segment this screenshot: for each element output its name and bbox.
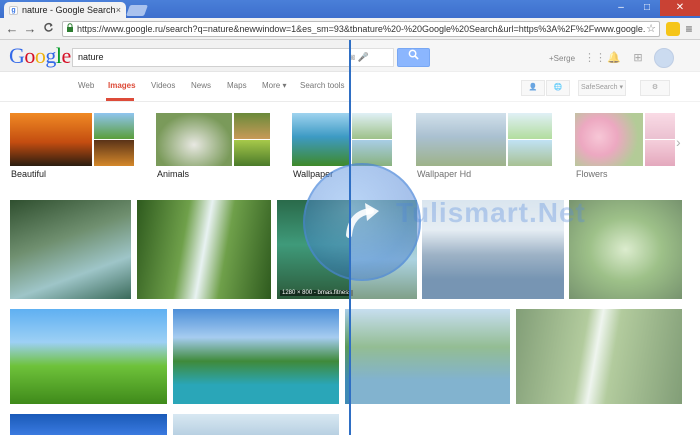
image-caption: 1280 × 800 - bmas.fitness <box>280 290 354 296</box>
browser-toolbar: ← → https://www.google.ru/search?q=natur… <box>0 18 700 40</box>
refresh-globe-icon <box>303 163 421 281</box>
new-tab-button[interactable] <box>125 5 149 16</box>
related-thumb <box>94 113 134 139</box>
image-result-waterfall-couple[interactable] <box>10 200 131 299</box>
maximize-button[interactable]: □ <box>634 0 660 16</box>
related-thumb <box>156 113 232 166</box>
search-input[interactable]: nature ◙ 🎤 <box>72 48 394 67</box>
related-thumb <box>234 140 270 166</box>
bookmark-star-icon[interactable]: ☆ <box>646 22 656 35</box>
tab-images[interactable]: Images <box>108 81 136 90</box>
google-favicon-icon: g <box>9 5 18 15</box>
tab-more[interactable]: More ▾ <box>262 81 286 90</box>
browser-window: g nature - Google Search × – □ ✕ ← → htt… <box>0 0 700 435</box>
related-thumb <box>10 113 92 166</box>
related-label: Beautiful <box>11 169 47 179</box>
window-controls: – □ ✕ <box>608 0 700 16</box>
tab-web[interactable]: Web <box>78 81 94 90</box>
tab-maps[interactable]: Maps <box>227 81 247 90</box>
curved-arrow-icon <box>346 203 379 238</box>
tab-news[interactable]: News <box>191 81 211 90</box>
google-logo[interactable]: Google <box>9 43 71 69</box>
active-tab-indicator <box>106 98 134 101</box>
address-bar[interactable]: https://www.google.ru/search?q=nature&ne… <box>62 20 660 37</box>
image-result-clouds[interactable] <box>173 414 339 435</box>
image-result-green-cottage[interactable] <box>10 309 167 404</box>
related-label: Animals <box>157 169 190 179</box>
back-button[interactable]: ← <box>4 21 20 37</box>
search-tools-button[interactable]: Search tools <box>300 81 344 90</box>
image-result-jungle-waterfall[interactable] <box>137 200 271 299</box>
tab-videos[interactable]: Videos <box>151 81 175 90</box>
split-divider <box>349 40 351 435</box>
url-text: https://www.google.ru/search?q=nature&ne… <box>77 23 647 34</box>
tab-title: nature - Google Search <box>22 5 116 15</box>
lock-icon <box>66 23 74 34</box>
extension-icon[interactable] <box>666 21 680 36</box>
image-result-blue-sky[interactable] <box>10 414 167 435</box>
reload-button[interactable] <box>40 21 56 37</box>
watermark: Tulismart.Net <box>396 197 586 228</box>
related-thumb <box>234 113 270 139</box>
tab-close-icon[interactable]: × <box>116 5 121 15</box>
close-window-button[interactable]: ✕ <box>660 0 700 16</box>
tab-google-search[interactable]: g nature - Google Search × <box>4 2 126 18</box>
reload-icon <box>43 22 53 32</box>
search-query-text: nature <box>78 52 104 62</box>
related-thumb <box>94 140 134 166</box>
forward-button[interactable]: → <box>22 21 38 37</box>
minimize-button[interactable]: – <box>608 0 634 16</box>
chrome-menu-icon[interactable]: ≡ <box>682 22 696 36</box>
tab-strip: g nature - Google Search × – □ ✕ <box>0 0 700 18</box>
related-thumb <box>292 113 350 166</box>
image-result-tropical-lagoon[interactable] <box>173 309 339 404</box>
